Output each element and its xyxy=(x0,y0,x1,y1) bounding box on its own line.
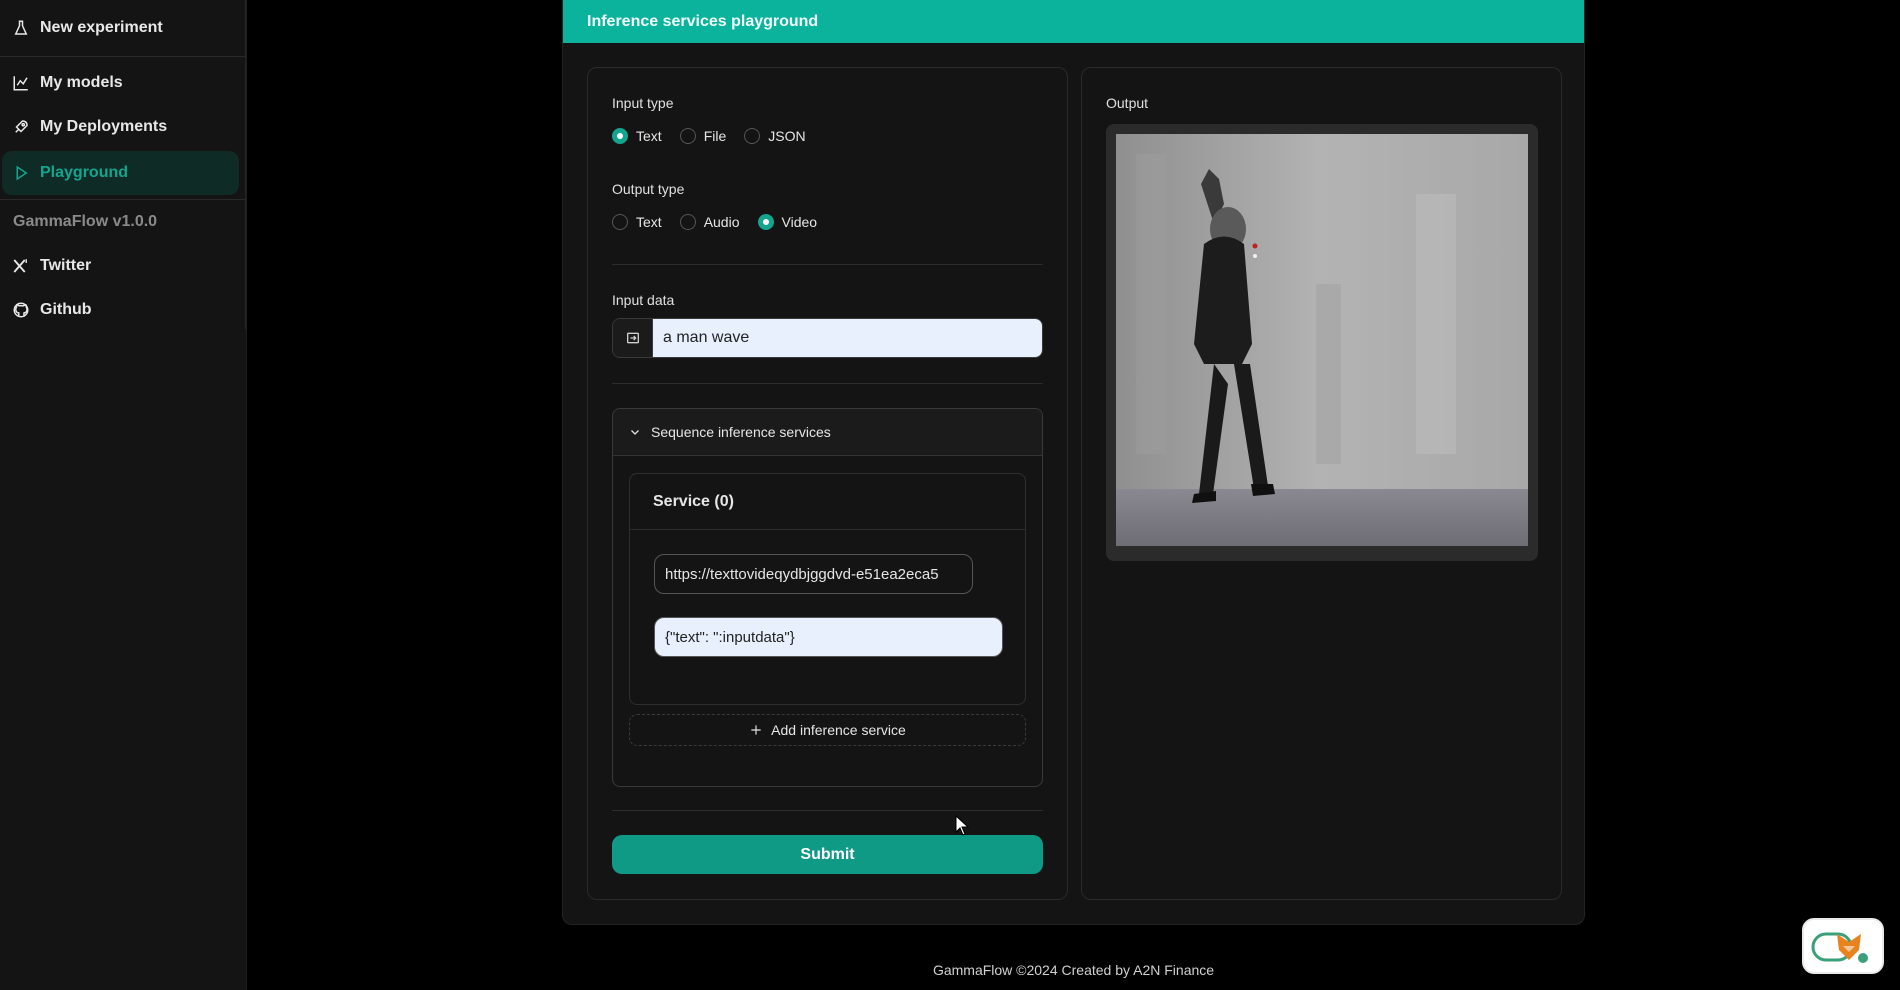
mouse-cursor-icon xyxy=(955,815,969,836)
chart-icon xyxy=(13,76,28,91)
output-type-group: Output type Text Audio Video xyxy=(612,181,817,230)
input-data-label: Input data xyxy=(612,292,675,308)
output-type-video-radio[interactable]: Video xyxy=(757,214,818,230)
radio-label: File xyxy=(703,128,727,144)
output-video[interactable] xyxy=(1116,134,1528,546)
play-icon xyxy=(16,165,28,181)
output-type-text-radio[interactable]: Text xyxy=(612,214,662,230)
x-icon xyxy=(13,259,27,273)
sequence-title: Sequence inference services xyxy=(651,424,831,440)
radio-label: Video xyxy=(781,214,818,230)
page-title: Inference services playground xyxy=(563,0,1584,43)
playground-panel: Inference services playground Input type… xyxy=(562,0,1585,925)
chevron-down-icon xyxy=(631,430,639,435)
plus-icon xyxy=(751,725,761,735)
sidebar-item-label: Github xyxy=(40,301,92,318)
input-type-file-radio[interactable]: File xyxy=(679,128,727,144)
input-type-options: Text File JSON xyxy=(612,128,806,144)
radio-label: Audio xyxy=(703,214,740,230)
output-video-frame xyxy=(1106,124,1538,561)
input-type-text-radio[interactable]: Text xyxy=(612,128,662,144)
sequence-collapse: Sequence inference services Service (0) … xyxy=(612,408,1043,787)
output-type-options: Text Audio Video xyxy=(612,214,817,230)
radio-dot xyxy=(612,214,628,230)
footer: GammaFlow ©2024 Created by A2N Finance xyxy=(932,962,1215,978)
input-type-group: Input type Text File JSON xyxy=(612,95,806,144)
radio-dot xyxy=(612,128,628,144)
sidebar-item-my-deployments[interactable]: My Deployments xyxy=(0,105,245,149)
sidebar-item-label: New experiment xyxy=(40,19,163,36)
radio-dot xyxy=(679,128,696,144)
form-divider xyxy=(612,264,1043,265)
form-divider xyxy=(612,383,1043,384)
output-label: Output xyxy=(1106,95,1149,111)
input-type-json-radio[interactable]: JSON xyxy=(744,128,806,144)
radio-dot xyxy=(679,214,696,230)
output-card: Output xyxy=(1081,67,1562,900)
service-title: Service (0) xyxy=(630,474,1025,530)
input-data-input[interactable] xyxy=(653,319,1042,357)
login-icon xyxy=(626,332,639,344)
output-type-label: Output type xyxy=(612,181,685,197)
input-data-field xyxy=(612,318,1043,358)
radio-label: JSON xyxy=(768,128,806,144)
radio-dot xyxy=(757,214,774,230)
submit-button[interactable]: Submit xyxy=(612,835,1043,874)
wallet-extension-widget[interactable] xyxy=(1802,918,1884,974)
service-card: Service (0) xyxy=(629,473,1026,705)
add-inference-service-button[interactable]: Add inference service xyxy=(629,714,1026,746)
rocket-icon xyxy=(15,120,28,133)
radio-label: Text xyxy=(636,128,662,144)
input-data-group: Input data xyxy=(612,292,1043,358)
input-addon xyxy=(613,319,653,357)
flask-icon xyxy=(14,20,28,35)
input-card: Input type Text File JSON Output type Te… xyxy=(587,67,1068,900)
sidebar: New experiment My models My Deployments … xyxy=(0,0,247,990)
radio-dot xyxy=(744,128,761,144)
sidebar-link-github[interactable]: Github xyxy=(0,288,245,332)
sidebar-item-my-models[interactable]: My models xyxy=(0,61,245,105)
output-type-audio-radio[interactable]: Audio xyxy=(679,214,740,230)
sidebar-item-label: Twitter xyxy=(40,257,92,274)
sidebar-item-label: My models xyxy=(40,74,123,91)
sidebar-section: New experiment My models My Deployments … xyxy=(0,0,246,329)
input-type-label: Input type xyxy=(612,95,674,111)
sidebar-item-label: My Deployments xyxy=(40,118,168,135)
radio-label: Text xyxy=(636,214,662,230)
sidebar-link-twitter[interactable]: Twitter xyxy=(0,244,245,288)
form-divider xyxy=(612,810,1043,811)
sidebar-item-new-experiment-wrap: New experiment xyxy=(0,0,245,57)
sidebar-item-playground[interactable]: Playground xyxy=(2,151,239,195)
fox-wallet-icon xyxy=(1811,932,1868,963)
service-url-input[interactable] xyxy=(654,554,973,594)
sidebar-item-new-experiment[interactable]: New experiment xyxy=(0,0,245,56)
service-payload-input[interactable] xyxy=(654,617,1003,657)
app-version: GammaFlow v1.0.0 xyxy=(13,213,158,230)
add-button-label: Add inference service xyxy=(771,722,906,738)
github-icon xyxy=(13,302,29,318)
sequence-collapse-header[interactable]: Sequence inference services xyxy=(613,409,1042,456)
sidebar-item-label: Playground xyxy=(40,164,129,181)
